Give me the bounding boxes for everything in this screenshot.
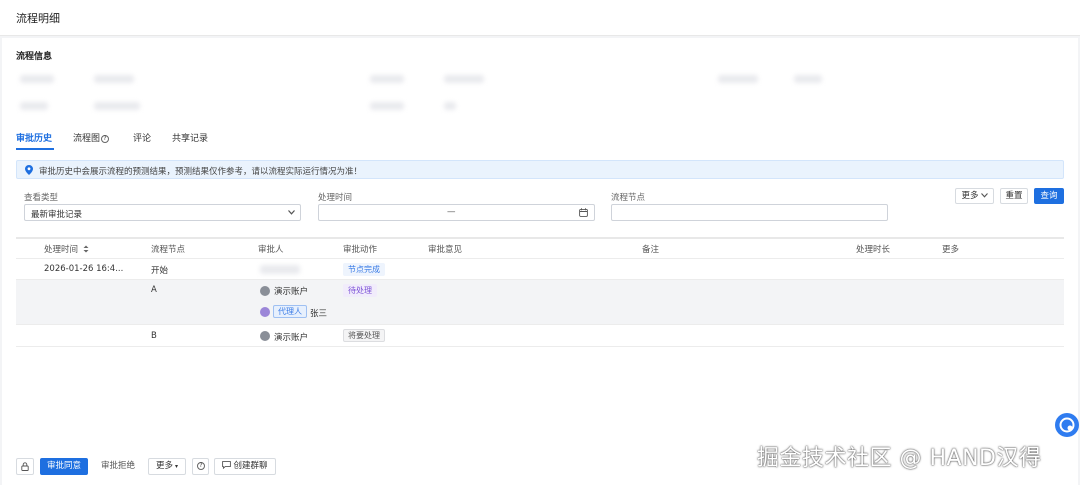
col-approval-action: 审批动作 bbox=[343, 245, 378, 255]
status-tag-pending: 待处理 bbox=[343, 284, 377, 297]
view-type-select[interactable]: 最新审批记录 bbox=[24, 204, 301, 221]
row-time: 2026-01-26 16:4... bbox=[44, 264, 124, 274]
reset-button[interactable]: 重置 bbox=[1000, 188, 1028, 204]
chevron-down-icon bbox=[288, 210, 295, 215]
query-button[interactable]: 查询 bbox=[1034, 188, 1064, 204]
col-more: 更多 bbox=[942, 245, 960, 255]
col-process-time-label: 处理时间 bbox=[44, 245, 79, 255]
lock-icon bbox=[21, 462, 29, 471]
flow-node-label: 流程节点 bbox=[611, 193, 646, 203]
calendar-icon bbox=[579, 208, 588, 217]
tab-bar: 审批历史 流程图? 评论 共享记录 bbox=[16, 131, 1064, 151]
help-circle-icon: ? bbox=[197, 462, 205, 470]
row-approver: 演示账户 bbox=[274, 333, 309, 343]
date-range-separator: — bbox=[447, 207, 456, 217]
flow-node-input[interactable] bbox=[611, 204, 888, 221]
redacted-field bbox=[370, 75, 404, 83]
table-header: 处理时间 流程节点 审批人 审批动作 审批意见 备注 处理时长 更多 bbox=[16, 237, 1064, 259]
col-flow-node: 流程节点 bbox=[151, 245, 186, 255]
watermark: 掘金技术社区 @ HAND汉得 bbox=[757, 446, 1042, 471]
col-duration: 处理时长 bbox=[856, 245, 891, 255]
col-approver: 审批人 bbox=[258, 245, 284, 255]
tab-flow-chart[interactable]: 流程图? bbox=[73, 131, 110, 144]
row-node: 开始 bbox=[151, 266, 169, 276]
redacted-field bbox=[718, 75, 758, 83]
redacted-field bbox=[94, 102, 140, 110]
col-process-time[interactable]: 处理时间 bbox=[44, 243, 89, 255]
active-tab-indicator bbox=[16, 148, 54, 150]
redacted-field bbox=[20, 75, 54, 83]
redacted-field bbox=[444, 102, 456, 110]
redacted-field bbox=[94, 75, 134, 83]
section-title: 流程信息 bbox=[16, 52, 53, 62]
table-row: 2026-01-26 16:4... 开始 节点完成 bbox=[16, 259, 1064, 280]
more-actions-button[interactable]: 更多 ▾ bbox=[148, 458, 186, 475]
user-avatar-icon bbox=[260, 286, 270, 296]
approve-button[interactable]: 审批同意 bbox=[40, 458, 88, 475]
status-tag-upcoming: 将要处理 bbox=[343, 329, 385, 342]
redacted-approver bbox=[260, 265, 300, 274]
chat-icon bbox=[222, 461, 232, 470]
reject-button[interactable]: 审批拒绝 bbox=[94, 458, 142, 475]
caret-down-icon: ▾ bbox=[175, 463, 179, 470]
row-node: A bbox=[151, 285, 157, 295]
info-notice: 审批历史中会展示流程的预测结果，预测结果仅作参考，请以流程实际运行情况为准！ bbox=[16, 160, 1064, 179]
chevron-down-icon bbox=[980, 193, 988, 198]
more-filters-label: 更多 bbox=[961, 191, 979, 201]
tab-flow-chart-label: 流程图 bbox=[73, 134, 101, 144]
process-time-range-picker[interactable]: — bbox=[318, 204, 595, 221]
proxy-tag: 代理人 bbox=[273, 305, 307, 318]
help-circle-icon: ? bbox=[101, 135, 110, 143]
col-approval-opinion: 审批意见 bbox=[428, 245, 463, 255]
redacted-field bbox=[444, 75, 484, 83]
assistant-icon bbox=[1059, 417, 1075, 433]
lock-button[interactable] bbox=[16, 458, 34, 475]
row-node: B bbox=[151, 331, 157, 341]
notice-text: 审批历史中会展示流程的预测结果，预测结果仅作参考，请以流程实际运行情况为准！ bbox=[39, 167, 363, 177]
page-header: 流程明细 bbox=[0, 0, 1080, 36]
create-group-chat-button[interactable]: 创建群聊 bbox=[214, 458, 276, 475]
proxy-avatar-icon bbox=[260, 307, 270, 317]
status-tag-completed: 节点完成 bbox=[343, 263, 385, 276]
tab-share-records[interactable]: 共享记录 bbox=[172, 131, 208, 144]
tab-approval-history[interactable]: 审批历史 bbox=[16, 131, 52, 144]
view-type-value: 最新审批记录 bbox=[31, 210, 83, 220]
row-approver: 演示账户 bbox=[274, 287, 309, 297]
more-filters-button[interactable]: 更多 bbox=[955, 188, 994, 204]
more-actions-label: 更多 bbox=[155, 461, 173, 471]
table-row: A 演示账户 待处理 代理人 张三 bbox=[16, 280, 1064, 325]
location-pin-icon bbox=[25, 165, 33, 175]
create-group-chat-label: 创建群聊 bbox=[233, 461, 268, 471]
redacted-field bbox=[370, 102, 404, 110]
col-remark: 备注 bbox=[642, 245, 660, 255]
view-type-label: 查看类型 bbox=[24, 193, 59, 203]
proxy-name: 张三 bbox=[310, 309, 328, 319]
table-row: B 演示账户 将要处理 bbox=[16, 325, 1064, 347]
user-avatar-icon bbox=[260, 331, 270, 341]
sort-icon bbox=[83, 245, 89, 253]
main-panel: 流程信息 审批历史 流程图? 评论 共享记录 审批历史中会展示流程的预测结果，预… bbox=[2, 38, 1079, 485]
help-button[interactable]: ? bbox=[192, 458, 209, 475]
process-time-label: 处理时间 bbox=[318, 193, 353, 203]
redacted-field bbox=[20, 102, 48, 110]
redacted-field bbox=[794, 75, 822, 83]
assistant-float-button[interactable] bbox=[1055, 413, 1079, 437]
page-title: 流程明细 bbox=[16, 12, 60, 25]
tab-comments[interactable]: 评论 bbox=[133, 131, 151, 144]
